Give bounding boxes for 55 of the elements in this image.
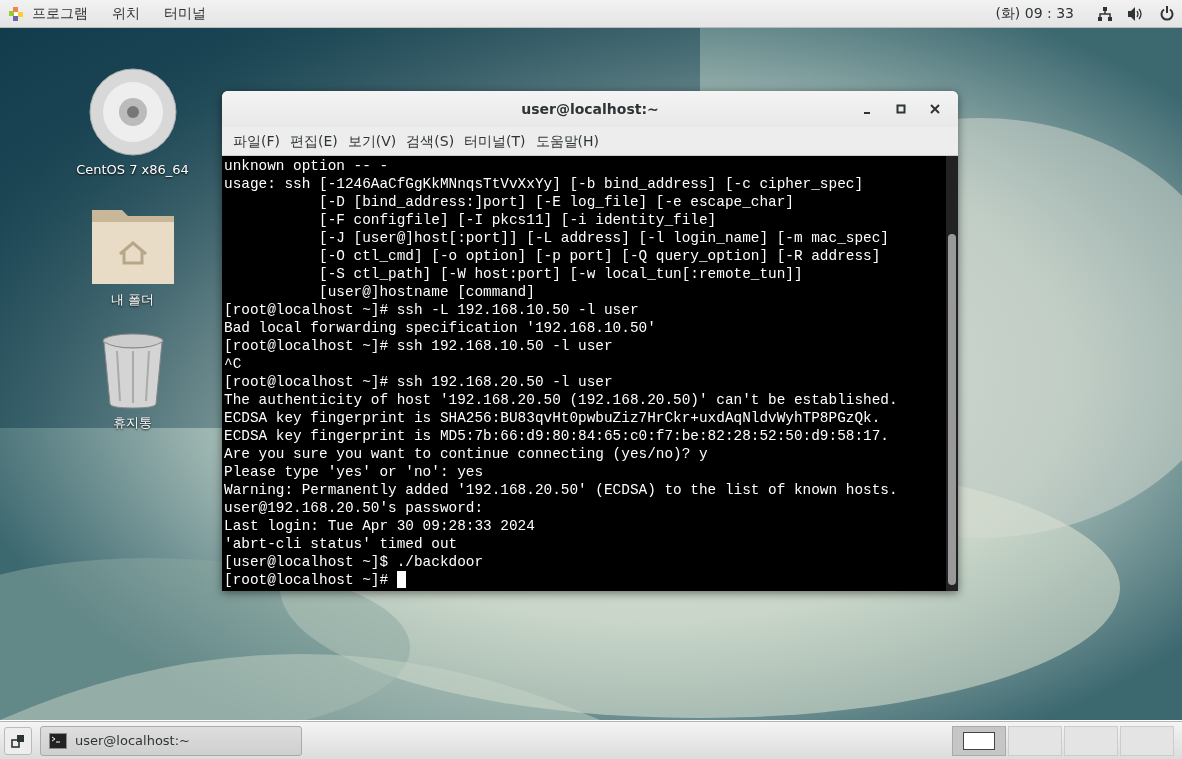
terminal-line: user@192.168.20.50's password: (224, 499, 484, 517)
terminal-line: [-D [bind_address:]port] [-E log_file] [-e escape_char] (318, 193, 794, 211)
maximize-icon (896, 104, 906, 114)
terminal-line: unknown option -- - (224, 157, 389, 175)
window-title: user@localhost:~ (521, 99, 659, 119)
terminal-line: The authenticity of host '192.168.20.50 (192.168.20.50)' can't be established. (224, 391, 898, 409)
terminal-line: [-O ctl_cmd] [-o option] [-p port] [-Q query_option] [-R address] (318, 247, 881, 265)
menu-item[interactable]: 도움말(H) (530, 128, 605, 154)
menu-item[interactable]: 파일(F) (228, 128, 285, 154)
terminal-line: usage: ssh [-1246AaCfGgKkMNnqsTtVvXxYy] [-b bind_address] [-c cipher_spec] (224, 175, 864, 193)
network-icon[interactable] (1098, 6, 1112, 21)
disc-icon[interactable] (88, 68, 177, 156)
menu-item[interactable]: 검색(S) (401, 128, 460, 154)
top-menu-item[interactable]: 위치 (112, 3, 140, 24)
minimize-icon (864, 111, 870, 114)
terminal-line: Bad local forwarding specification '192.168.10.50' (224, 319, 656, 337)
menu-item[interactable]: 보기(V) (342, 128, 402, 154)
power-icon[interactable] (1160, 6, 1174, 21)
workspace-button[interactable] (952, 725, 1006, 756)
icon-label: 내 폴더 (110, 290, 155, 309)
terminal-line: [root@localhost ~]# (224, 571, 389, 589)
terminal-line: 'abrt-cli status' timed out (224, 535, 458, 553)
terminal-line: [user@localhost ~]$ ./backdoor (224, 553, 484, 571)
scrollbar-thumb[interactable] (948, 234, 956, 585)
app-menu-icon[interactable] (8, 5, 24, 22)
icon-label: CentOS 7 x86_64 (76, 161, 189, 179)
close-icon (930, 104, 940, 114)
top-menu-item[interactable]: 터미널 (164, 3, 206, 24)
terminal-line: [-S ctl_path] [-W host:port] [-w local_tun[:remote_tun]] (318, 265, 803, 283)
terminal-line: [user@]hostname [command] (318, 283, 535, 301)
show-desktop-button[interactable] (4, 726, 32, 755)
clock[interactable]: (화) 09 : 33 (995, 3, 1074, 24)
taskbar-window-button[interactable]: user@localhost:~ (40, 725, 302, 756)
icon-label: 휴지통 (113, 414, 152, 432)
terminal-line: [-J [user@]host[:port]] [-L address] [-l login_name] [-m mac_spec] (318, 229, 889, 247)
terminal-line: [root@localhost ~]# ssh 192.168.20.50 -l user (224, 373, 613, 391)
terminal-line: Warning: Permanently added '192.168.20.50' (ECDSA) to the list of known hosts. (224, 481, 898, 499)
terminal-line: [-F configfile] [-I pkcs11] [-i identity_file] (318, 211, 717, 229)
menu-item[interactable]: 편집(E) (285, 128, 343, 154)
text-cursor (397, 571, 407, 588)
window-thumbnail (963, 731, 995, 750)
volume-icon[interactable] (1128, 6, 1144, 21)
terminal-line: Are you sure you want to continue connecting (yes/no)? y (224, 445, 708, 463)
terminal-icon (49, 732, 67, 749)
trash-icon[interactable] (100, 333, 165, 409)
terminal-line: Last login: Tue Apr 30 09:28:33 2024 (224, 517, 535, 535)
terminal-line: [root@localhost ~]# ssh -L 192.168.10.50 -l user (224, 301, 639, 319)
terminal-line: Please type 'yes' or 'no': yes (224, 463, 484, 481)
top-menu-item[interactable]: 프로그램 (32, 3, 88, 24)
terminal-line: ^C (224, 355, 242, 373)
terminal-line: [root@localhost ~]# ssh 192.168.10.50 -l user (224, 337, 613, 355)
terminal-line: ECDSA key fingerprint is SHA256:BU83qvHt0pwbuZiz7HrCkr+uxdAqNldvWyhTP8PGzQk. (224, 409, 881, 427)
menu-item[interactable]: 터미널(T) (459, 128, 531, 154)
terminal-line: ECDSA key fingerprint is MD5:7b:66:d9:80:84:65:c0:f7:be:82:28:52:50:d9:58:17. (224, 427, 889, 445)
show-desktop-icon (11, 733, 25, 748)
